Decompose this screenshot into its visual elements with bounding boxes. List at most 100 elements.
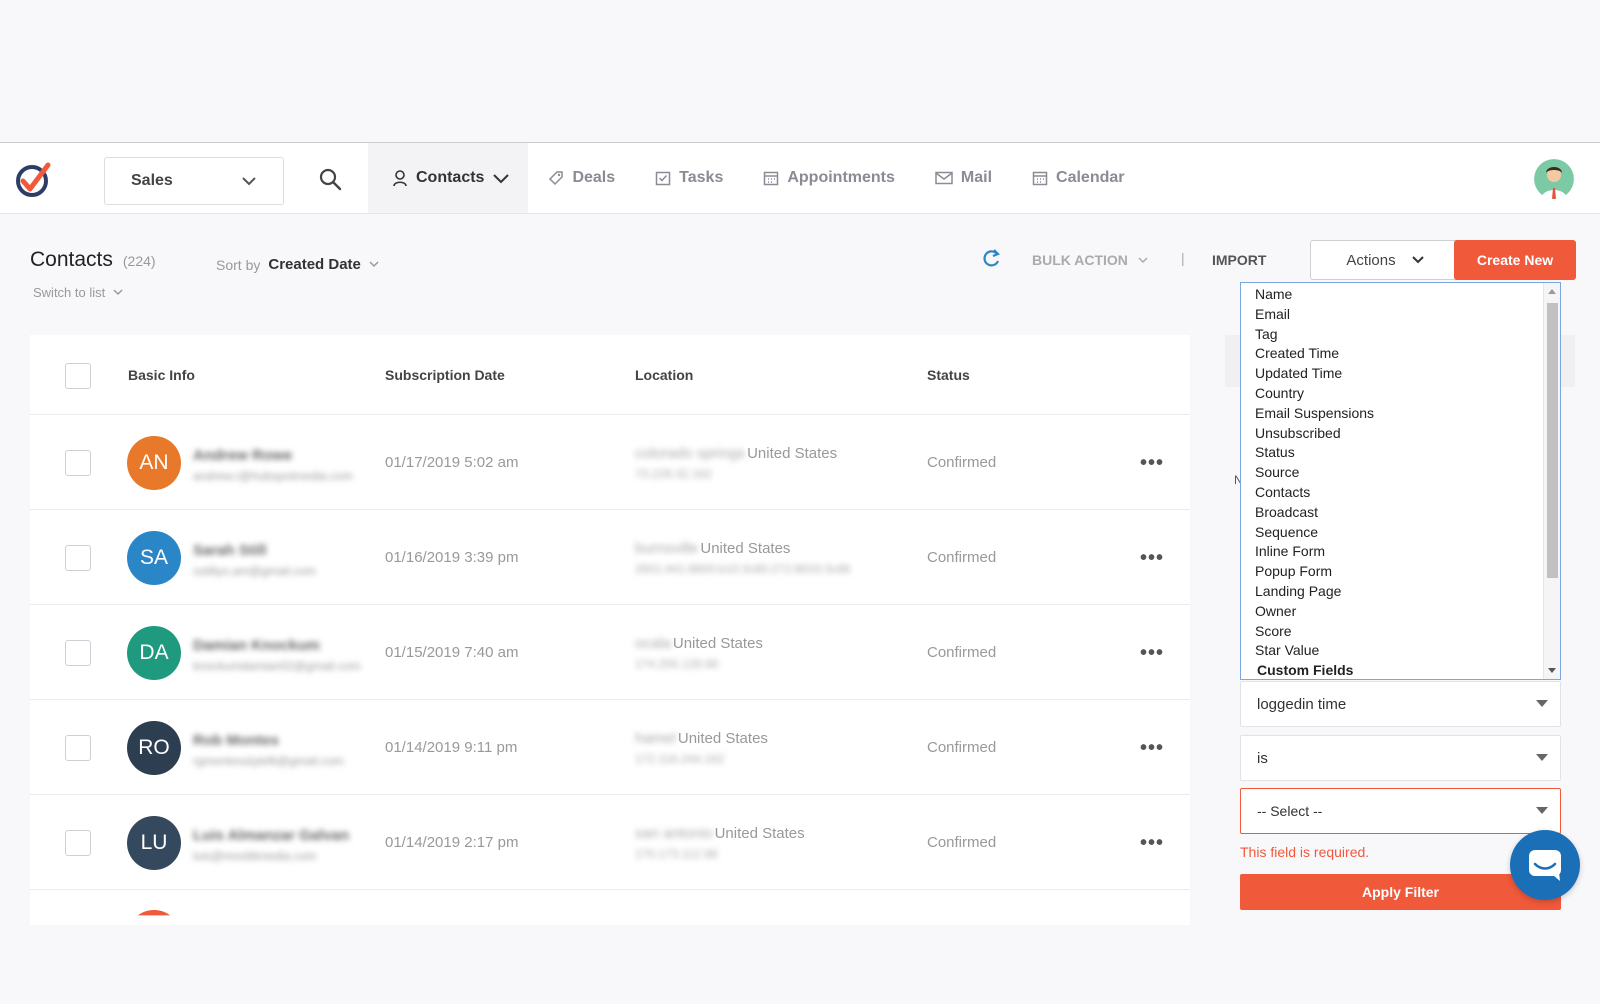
table-row[interactable]: RO Rob Montes rgmontesstylefit@gmail.com… bbox=[30, 700, 1190, 795]
status-text: Confirmed bbox=[927, 549, 997, 566]
avatar-initials: LU bbox=[140, 831, 168, 854]
nav-item-appointments[interactable]: Appointments bbox=[743, 143, 915, 213]
caret-down-icon bbox=[1536, 700, 1548, 707]
switch-to-list-label: Switch to list bbox=[33, 285, 106, 300]
sort-by-label: Sort by bbox=[216, 256, 261, 273]
filter-option[interactable]: Source bbox=[1255, 463, 1560, 483]
filter-field-select[interactable]: loggedin time bbox=[1240, 681, 1561, 727]
actions-dropdown[interactable]: Actions bbox=[1310, 240, 1460, 280]
filter-option[interactable]: Name bbox=[1255, 285, 1560, 305]
filter-option[interactable]: Sequence bbox=[1255, 523, 1560, 543]
filter-option[interactable]: Updated Time bbox=[1255, 364, 1560, 384]
ip-address: 2601:441:8800:b10:3c85:272:8633:3c86 bbox=[635, 562, 851, 576]
nav-item-tasks[interactable]: Tasks bbox=[635, 143, 743, 213]
contact-email: sstillyo.am@gmail.com bbox=[193, 564, 316, 578]
scroll-down-icon[interactable] bbox=[1548, 668, 1556, 673]
row-checkbox[interactable] bbox=[65, 450, 91, 476]
filter-option[interactable]: Tag bbox=[1255, 325, 1560, 345]
pipeline-select[interactable]: Sales bbox=[104, 157, 284, 205]
nav-item-calendar[interactable]: Calendar bbox=[1012, 143, 1144, 213]
more-options-icon[interactable]: ••• bbox=[1140, 548, 1164, 568]
sort-by[interactable]: Sort by Created Date bbox=[216, 256, 379, 273]
filter-option[interactable]: Owner bbox=[1255, 602, 1560, 622]
filter-option[interactable]: Star Value bbox=[1255, 641, 1560, 661]
column-header-subscription-date[interactable]: Subscription Date bbox=[385, 367, 505, 383]
location-country: United States bbox=[747, 445, 838, 462]
contact-avatar: LU bbox=[127, 816, 181, 870]
filter-option[interactable]: Popup Form bbox=[1255, 562, 1560, 582]
status-text: Confirmed bbox=[927, 454, 997, 471]
nav-item-label: Contacts bbox=[416, 169, 485, 186]
table-row[interactable] bbox=[30, 890, 1190, 925]
nav-item-label: Appointments bbox=[787, 169, 895, 186]
table-row[interactable]: DA Damian Knockum knockumdamian02@gmail.… bbox=[30, 605, 1190, 700]
contact-name[interactable]: Rob Montes bbox=[193, 732, 279, 749]
create-new-button[interactable]: Create New bbox=[1454, 240, 1576, 280]
calendar-icon bbox=[1032, 171, 1048, 186]
location-city: colorado springs bbox=[635, 445, 746, 462]
import-button[interactable]: IMPORT bbox=[1212, 252, 1266, 268]
scrollbar-thumb[interactable] bbox=[1547, 303, 1558, 578]
location: burnsville United States bbox=[635, 540, 790, 557]
filter-option[interactable]: Landing Page bbox=[1255, 582, 1560, 602]
table-row[interactable]: AN Andrew Rowe andrew.r@hubspotmedia.com… bbox=[30, 415, 1190, 510]
contact-name[interactable]: Andrew Rowe bbox=[193, 447, 292, 464]
contact-name[interactable]: Damian Knockum bbox=[193, 637, 320, 654]
chat-launcher[interactable] bbox=[1510, 830, 1580, 900]
more-options-icon[interactable]: ••• bbox=[1140, 738, 1164, 758]
nav-item-deals[interactable]: Deals bbox=[528, 143, 635, 213]
more-options-icon[interactable]: ••• bbox=[1140, 643, 1164, 663]
location: ocala United States bbox=[635, 635, 763, 652]
row-checkbox[interactable] bbox=[65, 735, 91, 761]
filter-option[interactable]: Status bbox=[1255, 443, 1560, 463]
row-checkbox[interactable] bbox=[65, 640, 91, 666]
table-row[interactable]: SA Sarah Still sstillyo.am@gmail.com 01/… bbox=[30, 510, 1190, 605]
column-header-basic-info[interactable]: Basic Info bbox=[128, 367, 195, 383]
row-checkbox[interactable] bbox=[65, 545, 91, 571]
filter-option[interactable]: Inline Form bbox=[1255, 542, 1560, 562]
contact-avatar: DA bbox=[127, 626, 181, 680]
chevron-down-icon bbox=[113, 289, 123, 296]
filter-option[interactable]: Created Time bbox=[1255, 344, 1560, 364]
row-checkbox[interactable] bbox=[65, 830, 91, 856]
filter-option[interactable]: Broadcast bbox=[1255, 503, 1560, 523]
filter-operator-select[interactable]: is bbox=[1240, 735, 1561, 781]
more-options-icon[interactable]: ••• bbox=[1140, 833, 1164, 853]
table-row[interactable]: LU Luis Almanzar Galvan luis@mostlitmedi… bbox=[30, 795, 1190, 890]
filter-value-select[interactable]: -- Select -- bbox=[1240, 788, 1561, 834]
tasks-icon bbox=[655, 171, 671, 186]
scroll-up-icon[interactable] bbox=[1548, 289, 1556, 294]
nav-item-contacts[interactable]: Contacts bbox=[368, 143, 529, 213]
filter-option[interactable]: Contacts bbox=[1255, 483, 1560, 503]
filter-option[interactable]: Email bbox=[1255, 305, 1560, 325]
contact-name[interactable]: Luis Almanzar Galvan bbox=[193, 827, 349, 844]
ip-address: 73.229.32.162 bbox=[635, 467, 712, 481]
contact-name[interactable]: Sarah Still bbox=[193, 542, 266, 559]
search-icon[interactable] bbox=[318, 167, 342, 191]
status-text: Confirmed bbox=[927, 644, 997, 661]
user-avatar[interactable] bbox=[1534, 159, 1574, 199]
header-separator: | bbox=[1181, 250, 1185, 266]
location-city: san antonio bbox=[635, 825, 713, 842]
filter-field-listbox[interactable]: Name Email Tag Created Time Updated Time Coun… bbox=[1240, 282, 1561, 680]
pipeline-select-value: Sales bbox=[131, 172, 173, 189]
actions-label: Actions bbox=[1346, 251, 1396, 269]
switch-to-list[interactable]: Switch to list bbox=[33, 285, 123, 300]
filter-value-placeholder: -- Select -- bbox=[1257, 803, 1323, 819]
filter-option[interactable]: Country bbox=[1255, 384, 1560, 404]
filter-option[interactable]: Email Suspensions bbox=[1255, 404, 1560, 424]
nav-item-mail[interactable]: Mail bbox=[915, 143, 1012, 213]
subscription-date: 01/17/2019 5:02 am bbox=[385, 454, 519, 471]
listbox-scrollbar[interactable] bbox=[1543, 283, 1560, 679]
column-header-status[interactable]: Status bbox=[927, 367, 970, 383]
refresh-icon[interactable] bbox=[980, 248, 1002, 270]
more-options-icon[interactable]: ••• bbox=[1140, 453, 1164, 473]
bulk-action-button[interactable]: BULK ACTION bbox=[1032, 252, 1148, 268]
column-header-location[interactable]: Location bbox=[635, 367, 693, 383]
contact-avatar: AN bbox=[127, 436, 181, 490]
filter-option[interactable]: Unsubscribed bbox=[1255, 424, 1560, 444]
select-all-checkbox[interactable] bbox=[65, 363, 91, 389]
app-logo[interactable] bbox=[14, 159, 54, 199]
contact-email: rgmontesstylefit@gmail.com bbox=[193, 754, 344, 768]
filter-option[interactable]: Score bbox=[1255, 622, 1560, 642]
